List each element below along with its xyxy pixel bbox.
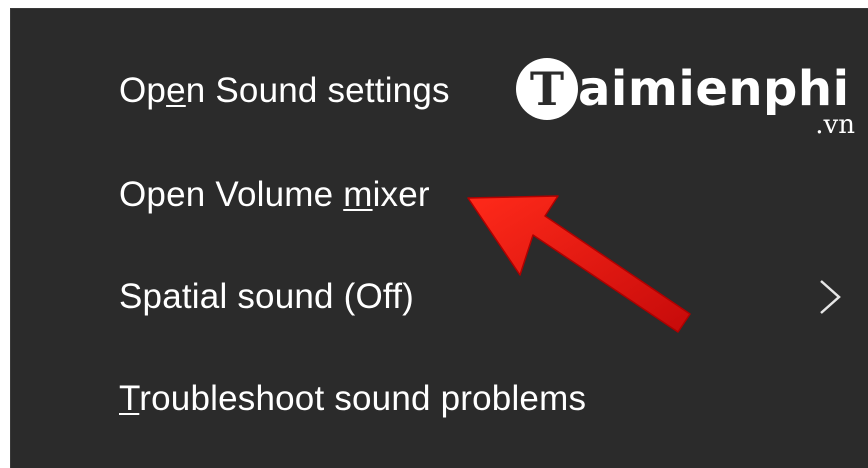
logo-badge: T: [516, 58, 578, 120]
access-key: T: [119, 379, 140, 418]
menu-item-open-volume-mixer[interactable]: Open Volume mixer: [11, 145, 868, 245]
menu-item-label: Open Volume mixer: [119, 175, 430, 214]
access-key: e: [166, 71, 186, 110]
menu-item-label: Spatial sound (Off): [119, 277, 414, 316]
menu-item-troubleshoot-sound-problems[interactable]: Troubleshoot sound problems: [11, 349, 868, 449]
chevron-right-icon: [820, 280, 841, 314]
logo-wordmark: aimienphi: [578, 61, 850, 117]
menu-item-label: Open Sound settings: [119, 71, 450, 110]
menu-item-spatial-sound[interactable]: Spatial sound (Off): [11, 247, 868, 347]
logo-domain: .vn: [815, 110, 855, 140]
taimienphi-watermark-logo: T aimienphi .vn: [516, 58, 861, 148]
menu-item-label: Troubleshoot sound problems: [119, 379, 587, 418]
screenshot-frame: Open Sound settings Open Volume mixer Sp…: [0, 0, 868, 468]
access-key: m: [343, 175, 373, 214]
